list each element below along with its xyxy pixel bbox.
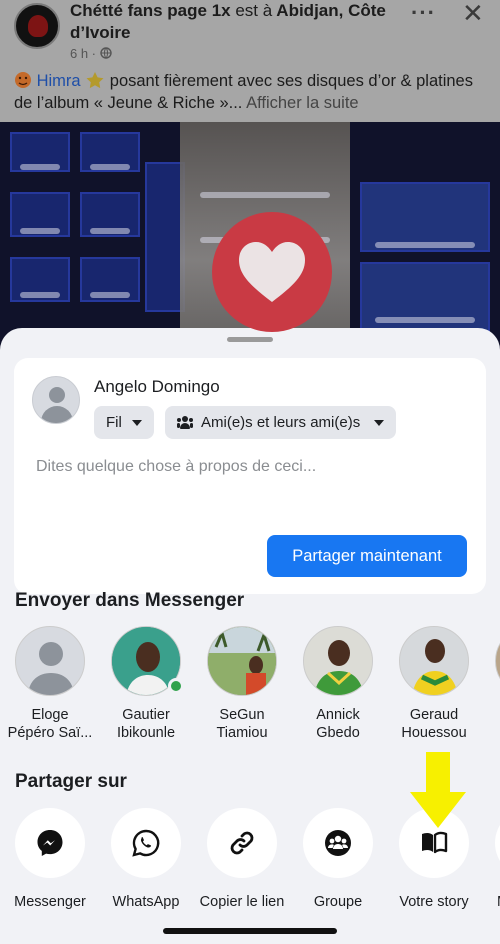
shelf: [145, 162, 185, 312]
sneaker: [375, 242, 475, 248]
page-avatar[interactable]: [14, 3, 60, 49]
mention-link[interactable]: Himra: [37, 72, 81, 90]
contact-item[interactable]: Eloge Pépéro Saï...: [2, 626, 98, 742]
feed-selector[interactable]: Fil: [94, 406, 154, 439]
messenger-contacts: Eloge Pépéro Saï... Gautier Ibikounle Se…: [0, 626, 500, 756]
post-title: Chétté fans page 1x est à Abidjan, Côte …: [70, 0, 400, 44]
avatar: [399, 626, 469, 696]
friends-icon: [177, 415, 193, 430]
sneaker: [200, 192, 330, 198]
contact-name-line2: Gbedo: [316, 725, 360, 741]
sneaker: [90, 164, 130, 170]
messenger-icon: [37, 830, 63, 856]
audience-label: Ami(e)s et leurs ami(e)s: [201, 414, 361, 431]
share-target-label: Messenger: [14, 894, 86, 910]
contact-name-line1: SeGun: [219, 707, 265, 723]
post-body: posant fièrement avec ses disques d’or &…: [14, 72, 473, 112]
avatar: [303, 626, 373, 696]
contact-name-line1: Eloge: [31, 707, 69, 723]
contact-name-line2: Tiamiou: [216, 725, 268, 741]
feed-label: Fil: [106, 414, 122, 431]
contact-name-line2: Pépéro Saï...: [7, 725, 93, 741]
whatsapp-icon: [132, 829, 160, 857]
group-icon: [325, 830, 351, 856]
page-name-link[interactable]: Chétté fans page 1x: [70, 1, 231, 20]
post-meta: 6 h ·: [70, 46, 112, 61]
share-target-label: Groupe: [313, 894, 363, 910]
contact-item[interactable]: Geraud Houessou: [386, 626, 482, 742]
sneaker: [20, 228, 60, 234]
share-whatsapp-button[interactable]: WhatsApp: [91, 808, 201, 910]
user-name: Angelo Domingo: [94, 377, 220, 396]
share-group-button[interactable]: Groupe: [283, 808, 393, 910]
emoji-face-icon: [15, 72, 31, 88]
post-header: Chétté fans page 1x est à Abidjan, Côte …: [0, 0, 500, 122]
contact-name-line2: Ibikounle: [116, 725, 176, 741]
see-more-link[interactable]: Afficher la suite: [246, 94, 359, 112]
sneaker: [90, 292, 130, 298]
sheet-grabber[interactable]: [227, 337, 273, 342]
contact-name-line1: Annick: [316, 707, 360, 723]
share-target-label: Copier le lien: [199, 894, 285, 910]
share-on-section-title: Partager sur: [15, 771, 127, 792]
screen: Chétté fans page 1x est à Abidjan, Côte …: [0, 0, 500, 944]
sneaker: [20, 164, 60, 170]
ellipsis-icon[interactable]: ···: [411, 0, 436, 26]
contact-name-line1: Gautier: [122, 707, 170, 723]
share-more-button[interactable]: M: [475, 808, 500, 910]
contact-item[interactable]: Gautier Ibikounle: [98, 626, 194, 742]
link-icon: [230, 831, 254, 855]
sneaker: [90, 228, 130, 234]
avatar: [15, 626, 85, 696]
contact-item[interactable]: SeGun Tiamiou: [194, 626, 290, 742]
caret-down-icon: [131, 419, 142, 426]
post-text: Himra posant fièrement avec ses disques …: [14, 70, 490, 114]
avatar: [207, 626, 277, 696]
contact-item[interactable]: Annick Gbedo: [290, 626, 386, 742]
avatar: [495, 626, 500, 696]
share-target-label: Votre story: [399, 894, 469, 910]
online-indicator: [168, 678, 184, 694]
sneaker: [375, 317, 475, 323]
star-icon: [86, 72, 104, 89]
share-target-label: WhatsApp: [112, 894, 180, 910]
highlight-arrow: [410, 752, 466, 828]
close-icon[interactable]: ✕: [462, 0, 484, 29]
share-target-label: M: [475, 894, 500, 910]
heart-icon: [239, 242, 305, 302]
post-time: 6 h ·: [70, 46, 97, 61]
book-icon: [422, 831, 448, 854]
globe-icon: [99, 47, 112, 59]
location-prefix: est à: [235, 1, 273, 20]
home-indicator[interactable]: [163, 928, 337, 934]
share-messenger-button[interactable]: Messenger: [0, 808, 105, 910]
love-reaction: [212, 212, 332, 332]
caret-down-icon: [374, 419, 385, 426]
copy-link-button[interactable]: Copier le lien: [187, 808, 297, 910]
share-comment-input[interactable]: [36, 458, 456, 476]
contact-name-line2: Houessou: [401, 725, 467, 741]
audience-selector[interactable]: Ami(e)s et leurs ami(e)s: [165, 406, 397, 439]
contact-name-line1: Geraud: [409, 707, 459, 723]
compose-card: Angelo Domingo Fil Ami(e)s et leurs ami(…: [14, 358, 486, 594]
avatar: [32, 376, 80, 424]
share-sheet: Angelo Domingo Fil Ami(e)s et leurs ami(…: [0, 328, 500, 944]
more-icon: [495, 808, 500, 878]
messenger-section-title: Envoyer dans Messenger: [15, 590, 245, 611]
sneaker: [20, 292, 60, 298]
share-now-button[interactable]: Partager maintenant: [267, 535, 467, 577]
contact-item[interactable]: Gi Go: [482, 626, 500, 742]
